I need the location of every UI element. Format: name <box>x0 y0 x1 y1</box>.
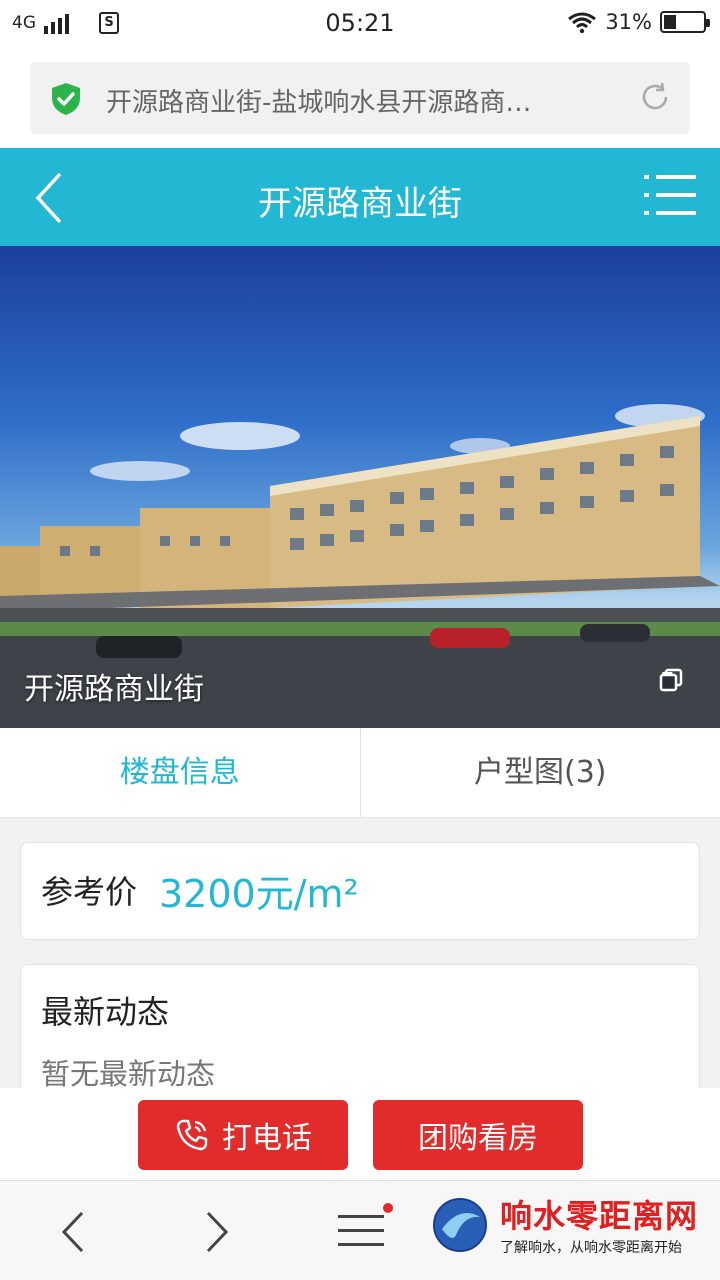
browser-back-icon[interactable] <box>54 1207 94 1257</box>
photo-count: 5 <box>659 668 683 698</box>
battery-icon <box>660 11 710 33</box>
address-bar[interactable]: 开源路商业街-盐城响水县开源路商… <box>30 62 690 134</box>
browser-menu-icon[interactable] <box>338 1211 384 1251</box>
reload-icon[interactable] <box>638 80 672 114</box>
watermark-title: 响水零距离网 <box>500 1197 699 1235</box>
browser-address-area: 开源路商业街-盐城响水县开源路商… <box>0 50 720 148</box>
status-bar: 4G S 05:21 31% <box>0 0 720 50</box>
phone-icon <box>176 1119 208 1151</box>
price-label: 参考价 <box>41 873 138 911</box>
browser-forward-icon[interactable] <box>196 1207 236 1257</box>
call-button-label: 打电话 <box>222 1121 312 1156</box>
property-banner[interactable]: 开源路商业街 5 <box>0 246 720 728</box>
page-header: 开源路商业街 <box>0 148 720 246</box>
group-viewing-button[interactable]: 团购看房 <box>373 1100 583 1170</box>
group-viewing-label: 团购看房 <box>418 1121 538 1156</box>
banner-caption: 开源路商业街 <box>24 672 204 707</box>
url-text[interactable]: 开源路商业街-盐城响水县开源路商… <box>106 82 616 119</box>
news-title: 最新动态 <box>41 993 170 1031</box>
info-tabs: 楼盘信息 户型图(3) <box>0 728 720 818</box>
news-empty-text: 暂无最新动态 <box>41 1057 216 1091</box>
battery-percent: 31% <box>605 10 652 34</box>
notification-dot <box>383 1203 393 1213</box>
action-bar: 打电话 团购看房 <box>0 1088 720 1180</box>
watermark-subtitle: 了解响水，从响水零距离开始 <box>500 1240 682 1256</box>
tab-floor-plans[interactable]: 户型图(3) <box>361 728 720 817</box>
watermark-logo-icon <box>433 1198 487 1252</box>
secure-shield-icon <box>52 83 80 115</box>
browser-bottom-nav: 响水零距离网 了解响水，从响水零距离开始 <box>0 1180 720 1280</box>
status-right: 31% <box>567 10 710 34</box>
latest-news-card: 最新动态 暂无最新动态 <box>20 964 700 1104</box>
call-button[interactable]: 打电话 <box>138 1100 348 1170</box>
page-title: 开源路商业街 <box>258 184 462 224</box>
price-card: 参考价 3200元/m² <box>20 842 700 940</box>
building-photo <box>0 404 720 728</box>
tab-property-info[interactable]: 楼盘信息 <box>0 728 361 817</box>
gallery-icon <box>660 668 683 692</box>
price-value: 3200元/m² <box>159 872 359 916</box>
wifi-icon <box>568 12 597 33</box>
list-menu-icon[interactable] <box>644 172 696 218</box>
